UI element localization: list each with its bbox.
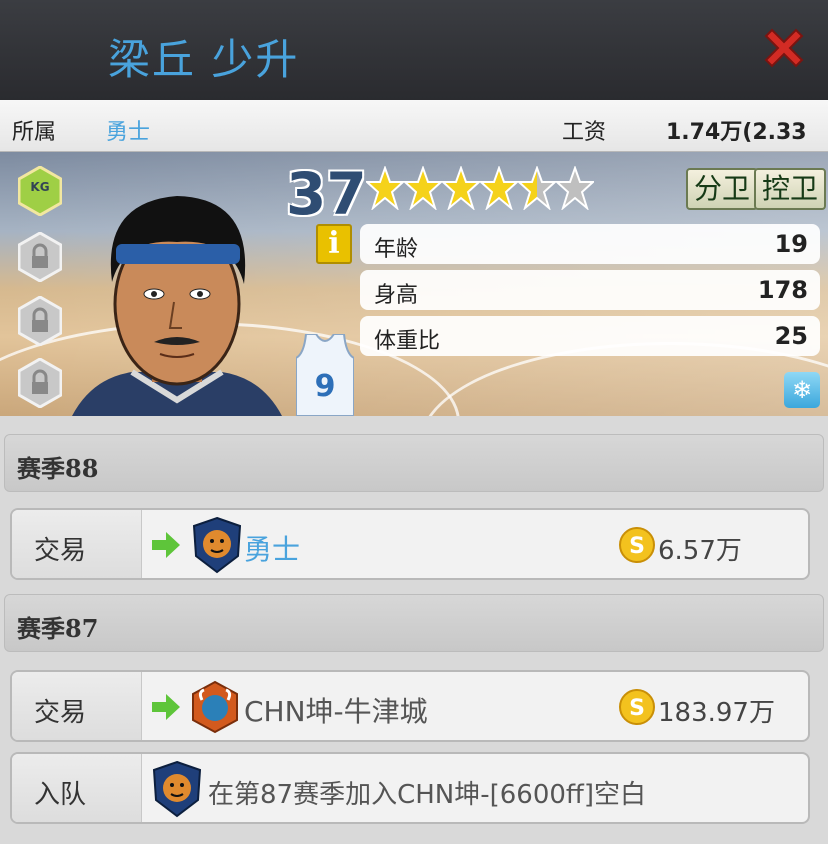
team-label: 所属 (12, 120, 57, 145)
position-tag-pg[interactable]: 控卫 (754, 168, 827, 210)
coin-icon: S (619, 527, 655, 563)
season-header: 赛季87 (4, 594, 824, 652)
transfer-amount: 183.97万 (658, 698, 775, 728)
stat-value: 178 (757, 276, 808, 304)
lock-icon (17, 231, 63, 283)
tiger-logo-icon (152, 760, 202, 818)
team-link[interactable]: CHN坤-牛津城 (244, 690, 428, 730)
season-header: 赛季88 (4, 434, 824, 492)
stat-label: 体重比 (374, 329, 441, 354)
lock-icon (17, 295, 63, 347)
locked-slot[interactable] (17, 295, 63, 347)
bison-logo-icon (192, 680, 238, 734)
snowflake-icon[interactable]: ❄ (784, 372, 820, 408)
season-title: 赛季88 (17, 454, 99, 483)
star-icon (480, 166, 518, 210)
history-row[interactable]: 入队 在第87赛季加入CHN坤-[6600ff]空白 (10, 752, 810, 824)
locked-slot[interactable] (17, 357, 63, 409)
half-star-icon (518, 166, 556, 210)
star-icon (366, 166, 404, 210)
team-link[interactable]: 勇士 (244, 528, 300, 568)
player-avatar (72, 196, 282, 416)
player-card: KG 9 37 分卫 控卫 i 年龄 19 身高 178 体重比 25 ❄ (0, 152, 828, 416)
svg-text:S: S (629, 696, 645, 721)
svg-text:S: S (629, 534, 645, 559)
season-title: 赛季87 (17, 614, 99, 643)
jersey-number: 9 (315, 369, 336, 404)
lock-icon (17, 357, 63, 409)
transfer-amount: 6.57万 (658, 536, 742, 566)
kg-badge-label: KG (30, 180, 50, 194)
star-icon (404, 166, 442, 210)
star-icon (442, 166, 480, 210)
empty-star-icon (556, 166, 594, 210)
overall-rating: 37 (286, 160, 367, 228)
stat-age: 年龄 19 (360, 224, 820, 264)
info-icon[interactable]: i (316, 224, 352, 264)
stat-value: 25 (774, 322, 808, 350)
stat-height: 身高 178 (360, 270, 820, 310)
stat-label: 身高 (374, 283, 419, 308)
jersey-icon: 9 (296, 334, 354, 416)
history-row[interactable]: 交易 CHN坤-牛津城 S 183.97万 (10, 670, 810, 742)
star-rating (366, 166, 594, 210)
event-description: 在第87赛季加入CHN坤-[6600ff]空白 (208, 780, 646, 810)
locked-slot[interactable] (17, 231, 63, 283)
arrow-right-icon (152, 694, 180, 720)
player-name: 梁丘 少升 (108, 35, 300, 84)
arrow-right-icon (152, 532, 180, 558)
salary-label: 工资 (562, 120, 607, 145)
event-type-cell: 交易 (12, 510, 142, 578)
position-tag-sg[interactable]: 分卫 (686, 168, 759, 210)
team-name-link[interactable]: 勇士 (106, 114, 150, 146)
event-type-cell: 入队 (12, 754, 142, 822)
stat-label: 年龄 (374, 237, 419, 262)
event-type-cell: 交易 (12, 672, 142, 740)
close-icon (764, 28, 804, 68)
event-type: 入队 (34, 780, 87, 810)
event-type: 交易 (34, 536, 87, 566)
close-button[interactable] (758, 22, 810, 74)
stat-value: 19 (774, 230, 808, 258)
kg-badge[interactable]: KG (17, 165, 63, 217)
stat-weight-ratio: 体重比 25 (360, 316, 820, 356)
coin-icon: S (619, 689, 655, 725)
history-row[interactable]: 交易 勇士 S 6.57万 (10, 508, 810, 580)
tiger-logo-icon (192, 516, 242, 574)
title-bar: 梁丘 少升 (0, 0, 828, 100)
event-type: 交易 (34, 698, 87, 728)
team-salary-bar: 所属 勇士 工资 1.74万(2.33万) (0, 100, 828, 177)
